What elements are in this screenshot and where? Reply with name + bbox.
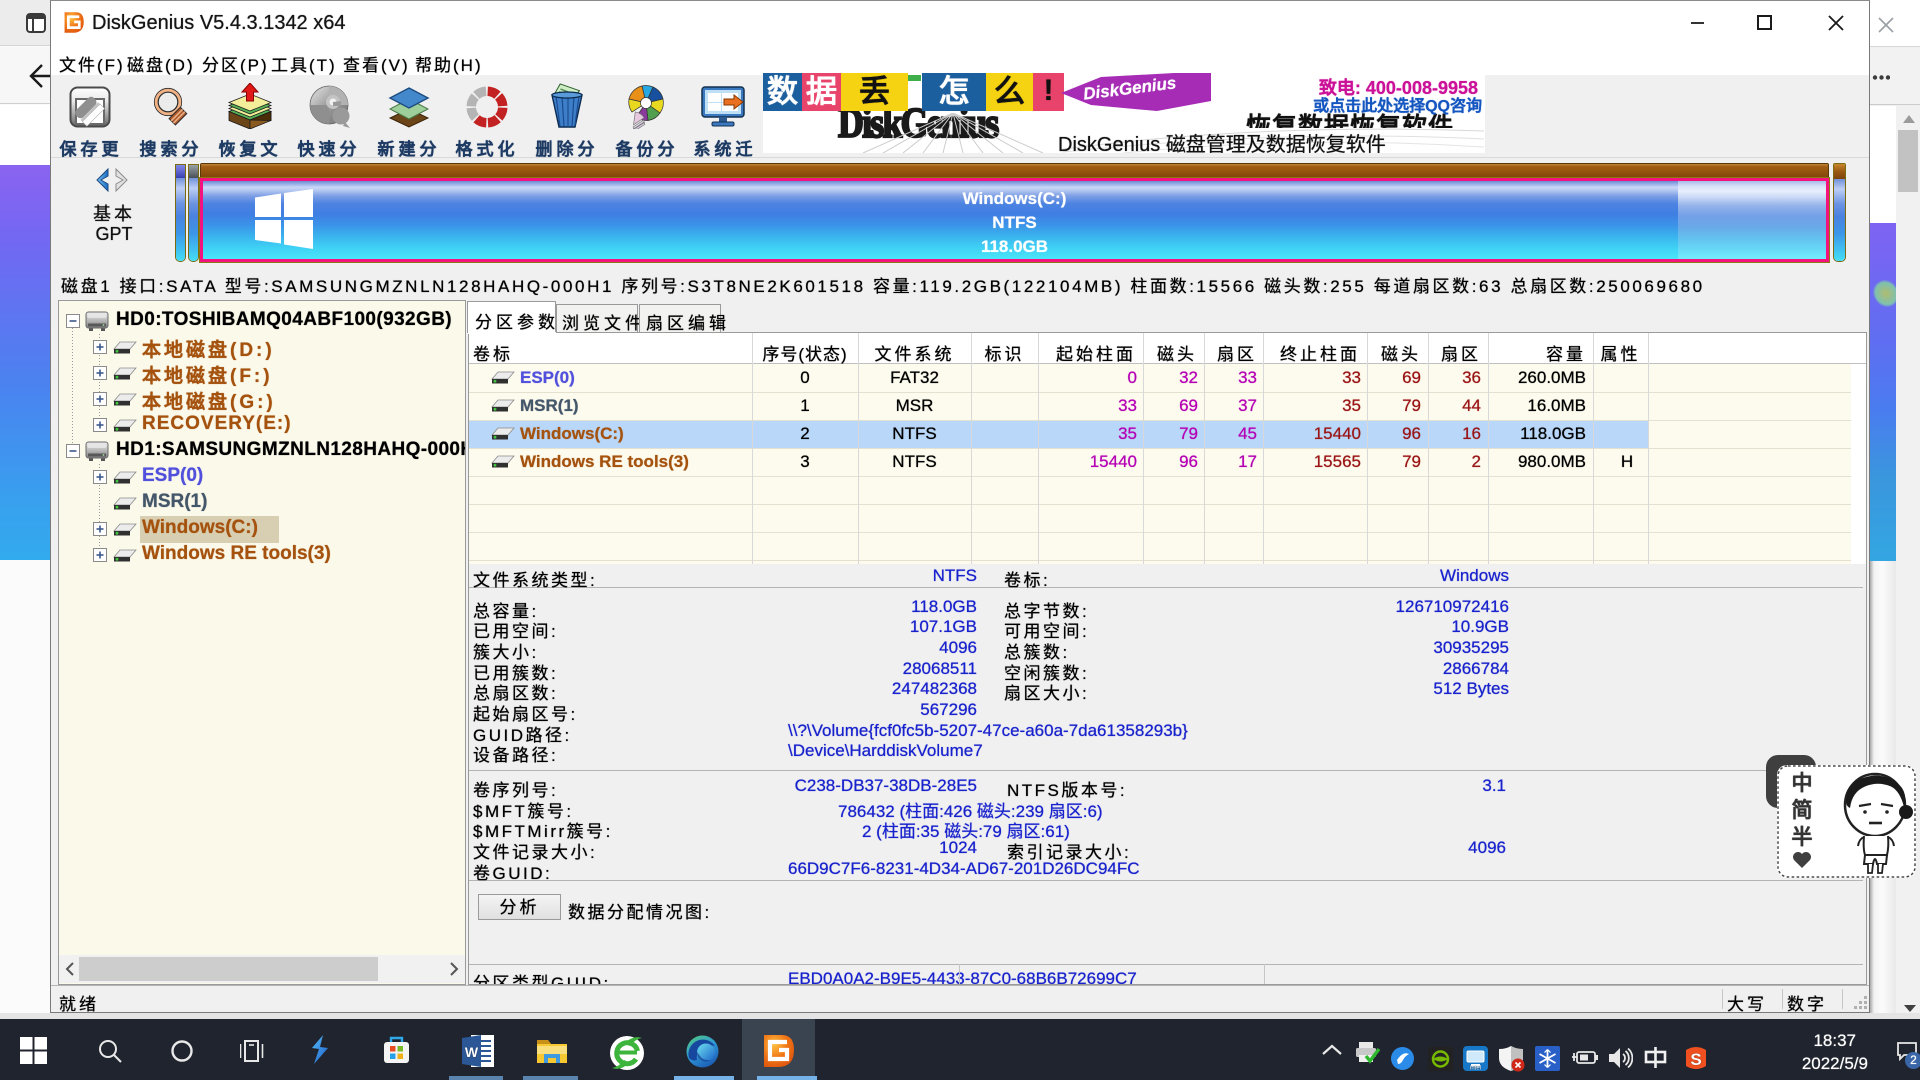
svg-text:W: W: [465, 1044, 479, 1060]
svg-text:intel: intel: [1470, 1066, 1481, 1072]
svg-text:S: S: [1690, 1050, 1701, 1069]
